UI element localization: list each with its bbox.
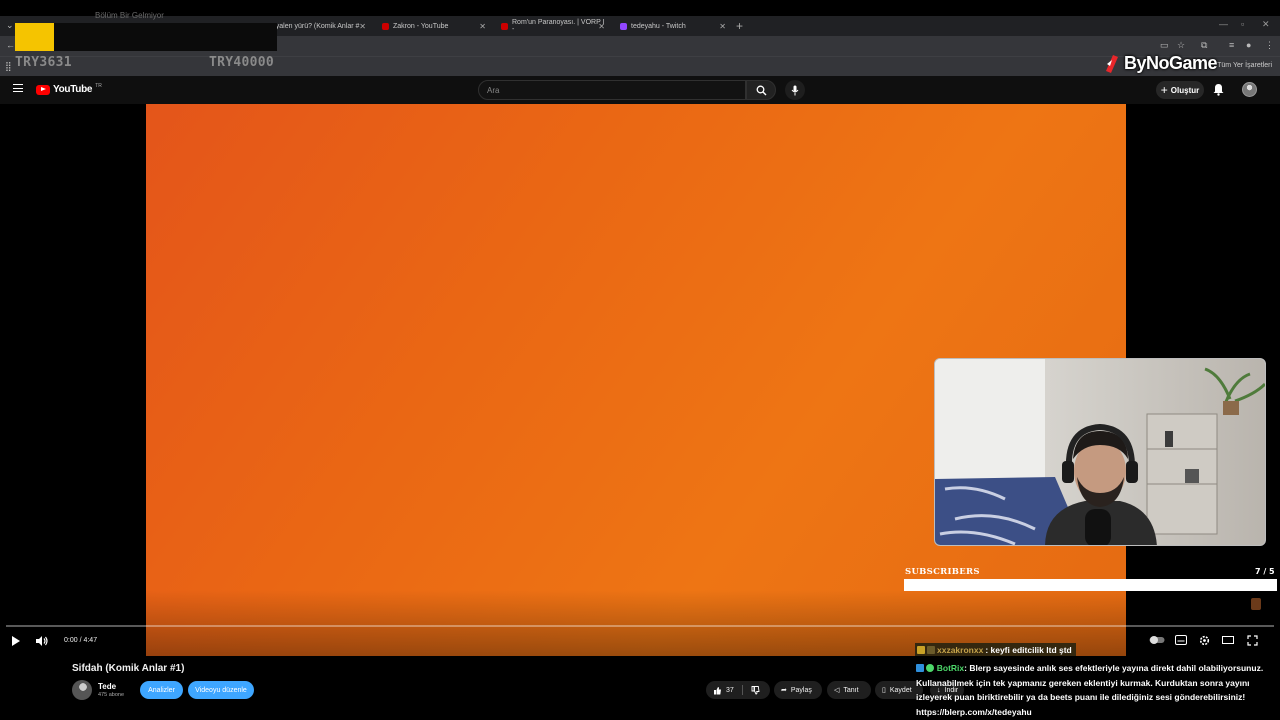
close-window-icon[interactable]: ✕ — [1262, 19, 1270, 30]
chat-username-bot: BotRix — [936, 663, 965, 673]
gift-badge-icon — [927, 645, 935, 654]
hamburger-menu-icon[interactable] — [13, 84, 23, 92]
browser-tab-3[interactable]: Rom'un Paranoyası. | VORP I - ✕ — [495, 16, 611, 36]
maximize-icon[interactable]: ▫ — [1241, 19, 1244, 29]
theater-mode-icon[interactable] — [1222, 635, 1234, 645]
create-button[interactable]: + Oluştur — [1156, 81, 1204, 99]
youtube-favicon-icon — [501, 22, 508, 30]
browser-tab-2[interactable]: Zakron - YouTube ✕ — [376, 16, 492, 36]
bookmark-icon: ▯ — [882, 687, 886, 694]
account-avatar[interactable] — [1242, 82, 1257, 97]
subscriber-goal-count: 7 / 5 — [1255, 567, 1275, 576]
close-icon[interactable]: ✕ — [719, 22, 726, 31]
youtube-play-icon — [36, 84, 50, 95]
apps-grid-icon[interactable]: ⣿ — [5, 61, 12, 72]
microphone-icon — [791, 85, 799, 95]
like-dislike-group: 37 — [706, 681, 770, 699]
subscriber-count: 475 abone — [98, 692, 124, 698]
youtube-favicon-icon — [382, 22, 389, 30]
profile-icon[interactable]: ● — [1246, 40, 1251, 50]
sponsor-faint-text: Bölüm Bir Gelmiyor — [95, 11, 164, 20]
bynogame-mark-icon — [1106, 54, 1118, 73]
play-icon[interactable] — [11, 635, 21, 647]
edit-video-button[interactable]: Videoyu düzenle — [188, 681, 254, 699]
browser-tab-1[interactable]: onyalen yürü? (Komik Anlar # ✕ — [262, 16, 372, 36]
channel-avatar[interactable] — [72, 680, 92, 700]
time-display: 0:00 / 4:47 — [64, 637, 98, 644]
autoplay-toggle-icon[interactable] — [1149, 635, 1165, 645]
star-icon[interactable]: ☆ — [1177, 40, 1185, 51]
bynogame-logo: ByNoGame — [1104, 53, 1218, 74]
webcam-feed — [934, 358, 1266, 546]
search-icon — [756, 85, 766, 95]
subscriber-badge-icon — [917, 645, 925, 654]
share-button[interactable]: ➦ Paylaş — [774, 681, 822, 699]
chat-username-1: xxzakronxx — [937, 644, 984, 655]
settings-gear-icon[interactable] — [1199, 635, 1210, 646]
sponsor-yellow-box — [15, 23, 54, 51]
bynogame-wordmark: ByNoGame — [1124, 53, 1218, 73]
video-progress-bar[interactable] — [6, 625, 1274, 627]
dislike-icon[interactable] — [751, 685, 760, 695]
chat-message-1: xxzakronxx : keyfi editcilik ltd ştd — [915, 643, 1076, 656]
fullscreen-icon[interactable] — [1247, 635, 1258, 646]
plus-icon: + — [1160, 83, 1168, 97]
streamer-webcam-image — [935, 359, 1265, 545]
donation-counter-current: TRY3631 — [15, 55, 72, 70]
player-controls-gradient — [0, 590, 1280, 656]
subscriber-goal-label: SUBSCRIBERS — [905, 567, 980, 577]
close-icon[interactable]: ✕ — [479, 22, 486, 31]
chat-text-bot: : Blerp sayesinde anlık ses efektleriyle… — [916, 663, 1264, 717]
cast-icon[interactable]: ▭ — [1160, 40, 1169, 51]
channel-name[interactable]: Tede — [98, 682, 116, 691]
subtitles-icon[interactable] — [1175, 635, 1187, 645]
menu-dots-icon[interactable]: ⋮ — [1265, 40, 1274, 51]
youtube-wordmark: YouTube — [53, 84, 93, 95]
youtube-logo[interactable]: YouTube TR — [36, 82, 102, 95]
promote-button[interactable]: ◁ Tanıt — [827, 681, 871, 699]
video-title: Sifdah (Komik Anlar #1) — [72, 663, 185, 674]
browser-tab-4[interactable]: tedeyahu - Twitch ✕ — [614, 16, 732, 36]
megaphone-icon: ◁ — [834, 687, 840, 694]
volume-icon[interactable] — [35, 635, 49, 647]
voice-search-button[interactable] — [785, 80, 805, 100]
region-code: TR — [95, 82, 102, 89]
all-bookmarks-link[interactable]: Tüm Yer İşaretleri — [1217, 62, 1272, 69]
subscriber-goal-bar — [904, 579, 1277, 591]
chat-text-1: : keyfi editcilik ltd ştd — [985, 644, 1072, 655]
twitch-favicon-icon — [620, 22, 627, 30]
search-input[interactable]: Ara — [478, 80, 746, 100]
tab-4-title: tedeyahu - Twitch — [631, 22, 686, 30]
tab-2-title: Zakron - YouTube — [393, 22, 449, 30]
promote-label: Tanıt — [843, 686, 859, 694]
sponsor-black-box — [54, 23, 277, 51]
chat-message-bot: BotRix: Blerp sayesinde anlık ses efektl… — [916, 661, 1278, 719]
back-icon[interactable]: ← — [6, 40, 15, 50]
tab-search-icon[interactable]: ⌄ — [6, 20, 14, 31]
media-icon[interactable]: ≡ — [1229, 40, 1234, 50]
close-icon[interactable]: ✕ — [598, 22, 605, 31]
notifications-bell-icon[interactable] — [1213, 83, 1224, 96]
search-button[interactable] — [746, 80, 776, 100]
like-count: 37 — [726, 686, 734, 694]
small-overlay-icon — [1251, 598, 1261, 610]
bot-badge-icon — [916, 664, 924, 672]
share-icon: ➦ — [781, 687, 787, 694]
minimize-icon[interactable]: — — [1219, 19, 1228, 29]
bookmarks-bar: ⣿ Tüm Yer İşaretleri — [0, 56, 1280, 76]
share-label: Paylaş — [790, 686, 812, 694]
donation-counter-goal: TRY40000 — [209, 55, 275, 70]
extensions-icon[interactable]: ⧉ — [1201, 40, 1207, 51]
tab-3-title: Rom'un Paranoyası. | VORP I - — [512, 19, 605, 33]
new-tab-icon[interactable]: + — [736, 19, 743, 33]
verified-badge-icon — [926, 664, 935, 672]
save-label: Kaydet — [889, 686, 912, 694]
analytics-button[interactable]: Analizler — [140, 681, 183, 699]
create-label: Oluştur — [1170, 85, 1200, 95]
like-icon[interactable] — [713, 686, 722, 695]
close-icon[interactable]: ✕ — [359, 22, 366, 31]
tab-1-title: onyalen yürü? (Komik Anlar # — [268, 22, 360, 30]
subscriber-goal-fill — [906, 581, 1275, 589]
